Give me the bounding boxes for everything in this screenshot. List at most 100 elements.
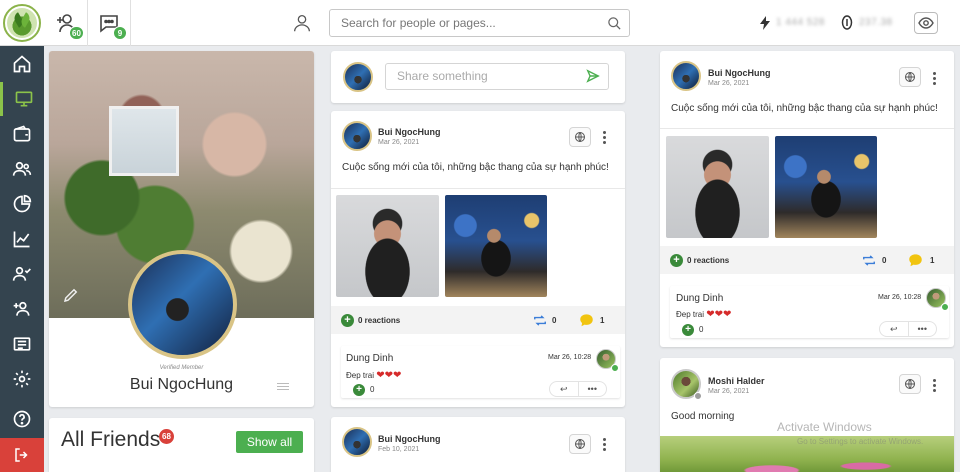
sidebar-item-friends[interactable] [0,152,44,186]
post-privacy-button[interactable] [899,374,921,394]
left-sidebar [0,46,44,472]
post-text: Cuộc sống mới của tôi, những bậc thang c… [342,162,609,173]
share-avatar[interactable] [343,62,373,92]
comment-bubble-icon[interactable] [908,253,923,267]
comment-author[interactable]: Dung Dinh [346,353,393,364]
friends-count-badge: 68 [159,429,174,444]
sidebar-item-newsfeed[interactable] [0,82,44,116]
search-icon[interactable] [607,16,622,31]
add-reaction-icon[interactable]: + [341,314,354,327]
post-more-menu-icon[interactable] [603,131,607,146]
post-date: Mar 26, 2021 [378,139,420,146]
share-repost-icon[interactable] [862,254,876,267]
post-author-name[interactable]: Bui NgocHung [708,68,771,78]
post-card-1: Bui NgocHung Mar 26, 2021 Cuộc sống mới … [331,111,625,407]
sidebar-item-followers[interactable] [0,257,44,291]
post-author-name[interactable]: Moshi Halder [708,376,765,386]
sidebar-item-home[interactable] [0,47,44,81]
post-author-avatar[interactable] [342,427,372,457]
post-text: Cuộc sống mới của tôi, những bậc thang c… [671,103,938,114]
comment-more-icon[interactable]: ••• [909,322,937,336]
comment-bubble-icon[interactable] [579,313,594,327]
visibility-toggle[interactable] [914,12,938,34]
people-search-toggle[interactable] [291,12,313,39]
send-icon[interactable] [586,69,600,83]
cover-window-decoration [109,106,179,176]
comment-item: Dung Dinh Mar 26, 10:28 Đep trai ❤❤❤ + 0… [341,346,620,398]
user-check-icon [12,266,31,281]
comment-like-icon[interactable]: + [353,384,365,396]
post-card-2: Bui NgocHung Feb 10, 2021 [331,417,625,472]
offline-status-dot [694,392,702,400]
comment-like-icon[interactable]: + [682,324,694,336]
messages-badge: 9 [113,26,127,40]
reaction-bar: + 0 reactions 0 1 [660,246,954,274]
post-privacy-button[interactable] [899,67,921,87]
post-more-menu-icon[interactable] [933,72,937,87]
post-card-3: Bui NgocHung Mar 26, 2021 Cuộc sống mới … [660,51,954,347]
post-photo-2[interactable] [775,136,877,238]
sidebar-item-pages[interactable] [0,327,44,361]
balance-stat: 237.38 [859,17,893,28]
wallet-icon [13,125,31,142]
sidebar-item-add-friend[interactable] [0,292,44,326]
post-author-avatar[interactable] [671,61,701,91]
activate-windows-watermark: Activate Windows [777,420,872,434]
friend-requests-button[interactable]: 60 [45,0,88,46]
post-author-name[interactable]: Bui NgocHung [378,434,441,444]
share-repost-icon[interactable] [533,314,547,327]
logout-button[interactable] [0,438,44,472]
comment-author[interactable]: Dung Dinh [676,293,723,304]
sidebar-item-analytics[interactable] [0,222,44,256]
sidebar-item-help[interactable] [0,402,44,436]
friends-title: All Friends [61,428,161,451]
post-photo-1[interactable] [336,195,439,297]
verified-label: Verified Member [159,365,204,371]
post-privacy-button[interactable] [569,127,591,147]
user-plus-icon [13,301,30,316]
top-bar: 60 9 1 444 528 237.38 [0,0,960,46]
edit-cover-button[interactable] [62,286,80,309]
newspaper-icon [13,337,31,351]
post-privacy-button[interactable] [569,434,591,454]
globe-icon [905,379,915,389]
friend-requests-badge: 60 [69,26,84,40]
add-reaction-icon[interactable]: + [670,254,683,267]
post-photo-2[interactable] [445,195,547,297]
comment-actions: ↩ ••• [549,381,607,397]
profile-menu-icon[interactable] [277,383,289,392]
profile-avatar[interactable] [128,250,237,359]
pencil-icon [63,288,78,303]
comment-more-icon[interactable]: ••• [579,382,607,396]
reply-icon[interactable]: ↩ [550,382,579,396]
app-logo[interactable] [3,4,41,42]
profile-name[interactable]: Bui NgocHung [49,376,314,394]
post-photo-1[interactable] [666,136,769,238]
comment-likes-count: 0 [370,385,375,394]
reaction-bar: + 0 reactions 0 1 [331,306,625,334]
reactions-count[interactable]: 0 reactions [687,256,729,265]
sidebar-item-statistics[interactable] [0,187,44,221]
comment-actions: ↩ ••• [879,321,937,337]
gear-icon [13,370,31,388]
post-divider [331,188,625,189]
reactions-count[interactable]: 0 reactions [358,316,400,325]
post-date: Feb 10, 2021 [378,446,420,453]
post-date: Mar 26, 2021 [708,388,750,395]
share-input[interactable]: Share something [385,63,609,90]
show-all-friends-button[interactable]: Show all [236,431,303,453]
search-input[interactable] [330,10,600,36]
post-more-menu-icon[interactable] [603,438,607,453]
post-author-avatar[interactable] [342,121,372,151]
comment-likes-count: 0 [699,325,704,334]
sidebar-item-wallet[interactable] [0,117,44,151]
hearts-emoji: ❤❤❤ [706,309,732,320]
hearts-emoji: ❤❤❤ [376,370,402,381]
post-more-menu-icon[interactable] [933,379,937,394]
reply-icon[interactable]: ↩ [880,322,909,336]
friends-card: All Friends 68 Show all [49,418,314,472]
post-author-name[interactable]: Bui NgocHung [378,127,441,137]
activate-windows-subtext: Go to Settings to activate Windows. [797,437,924,446]
messages-button[interactable]: 9 [88,0,131,46]
sidebar-item-settings[interactable] [0,362,44,396]
